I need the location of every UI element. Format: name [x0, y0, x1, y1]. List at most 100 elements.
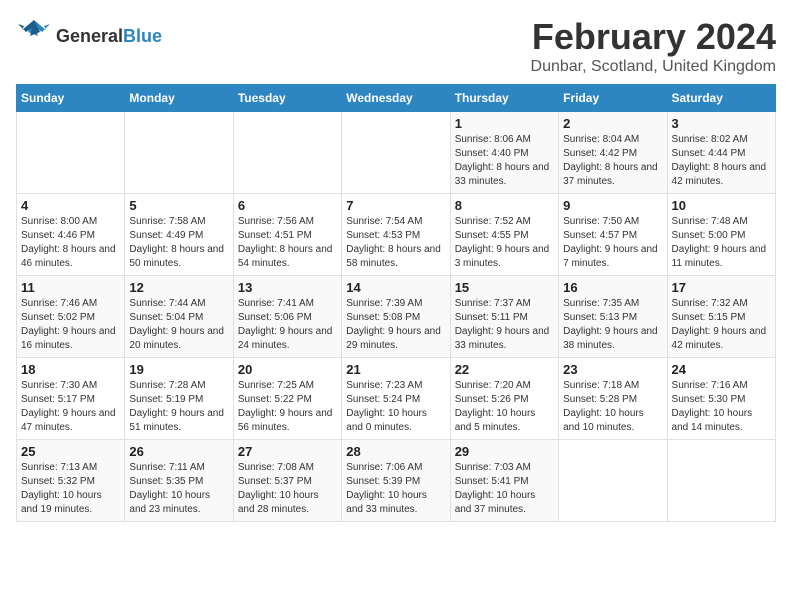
- table-row: 28 Sunrise: 7:06 AM Sunset: 5:39 PM Dayli…: [342, 440, 450, 522]
- logo-bird-icon: [16, 16, 52, 57]
- day-number: 20: [238, 362, 337, 377]
- table-row: 13 Sunrise: 7:41 AM Sunset: 5:06 PM Dayli…: [233, 276, 341, 358]
- day-info: Sunrise: 7:25 AM Sunset: 5:22 PM Dayligh…: [238, 379, 337, 435]
- day-number: 5: [129, 198, 228, 213]
- day-info: Sunrise: 7:03 AM Sunset: 5:41 PM Dayligh…: [455, 461, 554, 517]
- day-number: 19: [129, 362, 228, 377]
- day-info: Sunrise: 7:58 AM Sunset: 4:49 PM Dayligh…: [129, 215, 228, 271]
- table-row: 26 Sunrise: 7:11 AM Sunset: 5:35 PM Dayli…: [125, 440, 233, 522]
- calendar-table: Sunday Monday Tuesday Wednesday Thursday…: [16, 84, 776, 522]
- day-number: 9: [563, 198, 662, 213]
- calendar-header-row: Sunday Monday Tuesday Wednesday Thursday…: [17, 85, 776, 112]
- table-row: 7 Sunrise: 7:54 AM Sunset: 4:53 PM Daylig…: [342, 194, 450, 276]
- calendar-week-row: 1 Sunrise: 8:06 AM Sunset: 4:40 PM Daylig…: [17, 112, 776, 194]
- table-row: [125, 112, 233, 194]
- table-row: 23 Sunrise: 7:18 AM Sunset: 5:28 PM Dayli…: [559, 358, 667, 440]
- day-info: Sunrise: 7:37 AM Sunset: 5:11 PM Dayligh…: [455, 297, 554, 353]
- table-row: 18 Sunrise: 7:30 AM Sunset: 5:17 PM Dayli…: [17, 358, 125, 440]
- table-row: 29 Sunrise: 7:03 AM Sunset: 5:41 PM Dayli…: [450, 440, 558, 522]
- day-info: Sunrise: 7:08 AM Sunset: 5:37 PM Dayligh…: [238, 461, 337, 517]
- day-number: 18: [21, 362, 120, 377]
- day-number: 26: [129, 444, 228, 459]
- day-number: 6: [238, 198, 337, 213]
- day-number: 15: [455, 280, 554, 295]
- day-info: Sunrise: 7:44 AM Sunset: 5:04 PM Dayligh…: [129, 297, 228, 353]
- table-row: [667, 440, 775, 522]
- logo-text: GeneralBlue: [56, 27, 162, 47]
- day-number: 28: [346, 444, 445, 459]
- logo-general-text: GeneralBlue: [56, 27, 162, 47]
- day-info: Sunrise: 8:00 AM Sunset: 4:46 PM Dayligh…: [21, 215, 120, 271]
- table-row: [17, 112, 125, 194]
- day-number: 8: [455, 198, 554, 213]
- table-row: 6 Sunrise: 7:56 AM Sunset: 4:51 PM Daylig…: [233, 194, 341, 276]
- day-info: Sunrise: 7:39 AM Sunset: 5:08 PM Dayligh…: [346, 297, 445, 353]
- header-saturday: Saturday: [667, 85, 775, 112]
- header-sunday: Sunday: [17, 85, 125, 112]
- table-row: 9 Sunrise: 7:50 AM Sunset: 4:57 PM Daylig…: [559, 194, 667, 276]
- table-row: [233, 112, 341, 194]
- table-row: 19 Sunrise: 7:28 AM Sunset: 5:19 PM Dayli…: [125, 358, 233, 440]
- day-number: 13: [238, 280, 337, 295]
- table-row: 16Sunrise: 7:35 AM Sunset: 5:13 PM Dayli…: [559, 276, 667, 358]
- day-number: 10: [672, 198, 771, 213]
- table-row: 5 Sunrise: 7:58 AM Sunset: 4:49 PM Daylig…: [125, 194, 233, 276]
- logo: GeneralBlue: [16, 16, 162, 57]
- day-info: Sunrise: 7:41 AM Sunset: 5:06 PM Dayligh…: [238, 297, 337, 353]
- day-info: Sunrise: 7:18 AM Sunset: 5:28 PM Dayligh…: [563, 379, 662, 435]
- page-subtitle: Dunbar, Scotland, United Kingdom: [531, 58, 776, 76]
- header-wednesday: Wednesday: [342, 85, 450, 112]
- calendar-week-row: 4 Sunrise: 8:00 AM Sunset: 4:46 PM Daylig…: [17, 194, 776, 276]
- header-tuesday: Tuesday: [233, 85, 341, 112]
- day-info: Sunrise: 7:30 AM Sunset: 5:17 PM Dayligh…: [21, 379, 120, 435]
- header-thursday: Thursday: [450, 85, 558, 112]
- day-info: Sunrise: 7:23 AM Sunset: 5:24 PM Dayligh…: [346, 379, 445, 435]
- table-row: [342, 112, 450, 194]
- day-info: Sunrise: 7:13 AM Sunset: 5:32 PM Dayligh…: [21, 461, 120, 517]
- table-row: 15 Sunrise: 7:37 AM Sunset: 5:11 PM Dayli…: [450, 276, 558, 358]
- day-number: 7: [346, 198, 445, 213]
- day-number: 17: [672, 280, 771, 295]
- day-number: 23: [563, 362, 662, 377]
- table-row: 17 Sunrise: 7:32 AM Sunset: 5:15 PM Dayli…: [667, 276, 775, 358]
- table-row: 4 Sunrise: 8:00 AM Sunset: 4:46 PM Daylig…: [17, 194, 125, 276]
- table-row: 20 Sunrise: 7:25 AM Sunset: 5:22 PM Dayli…: [233, 358, 341, 440]
- day-info: Sunrise: 8:04 AM Sunset: 4:42 PM Dayligh…: [563, 133, 662, 189]
- day-info: Sunrise: 7:54 AM Sunset: 4:53 PM Dayligh…: [346, 215, 445, 271]
- day-info: Sunrise: 7:16 AM Sunset: 5:30 PM Dayligh…: [672, 379, 771, 435]
- header: GeneralBlue February 2024 Dunbar, Scotla…: [16, 16, 776, 76]
- day-info: Sunrise: 7:46 AM Sunset: 5:02 PM Dayligh…: [21, 297, 120, 353]
- day-number: 22: [455, 362, 554, 377]
- day-number: 27: [238, 444, 337, 459]
- day-number: 4: [21, 198, 120, 213]
- table-row: 25 Sunrise: 7:13 AM Sunset: 5:32 PM Dayli…: [17, 440, 125, 522]
- table-row: 2 Sunrise: 8:04 AM Sunset: 4:42 PM Daylig…: [559, 112, 667, 194]
- day-info: Sunrise: 8:02 AM Sunset: 4:44 PM Dayligh…: [672, 133, 771, 189]
- day-number: 12: [129, 280, 228, 295]
- day-info: Sunrise: 7:28 AM Sunset: 5:19 PM Dayligh…: [129, 379, 228, 435]
- table-row: 14Sunrise: 7:39 AM Sunset: 5:08 PM Dayli…: [342, 276, 450, 358]
- day-info: Sunrise: 7:11 AM Sunset: 5:35 PM Dayligh…: [129, 461, 228, 517]
- header-monday: Monday: [125, 85, 233, 112]
- day-info: Sunrise: 7:56 AM Sunset: 4:51 PM Dayligh…: [238, 215, 337, 271]
- table-row: 3Sunrise: 8:02 AM Sunset: 4:44 PM Daylig…: [667, 112, 775, 194]
- day-number: 25: [21, 444, 120, 459]
- day-info: Sunrise: 7:06 AM Sunset: 5:39 PM Dayligh…: [346, 461, 445, 517]
- table-row: 21Sunrise: 7:23 AM Sunset: 5:24 PM Dayli…: [342, 358, 450, 440]
- day-info: Sunrise: 7:50 AM Sunset: 4:57 PM Dayligh…: [563, 215, 662, 271]
- day-info: Sunrise: 7:32 AM Sunset: 5:15 PM Dayligh…: [672, 297, 771, 353]
- day-info: Sunrise: 8:06 AM Sunset: 4:40 PM Dayligh…: [455, 133, 554, 189]
- table-row: 24Sunrise: 7:16 AM Sunset: 5:30 PM Dayli…: [667, 358, 775, 440]
- day-number: 29: [455, 444, 554, 459]
- page-title: February 2024: [531, 16, 776, 58]
- day-info: Sunrise: 7:20 AM Sunset: 5:26 PM Dayligh…: [455, 379, 554, 435]
- table-row: 27 Sunrise: 7:08 AM Sunset: 5:37 PM Dayli…: [233, 440, 341, 522]
- calendar-week-row: 18 Sunrise: 7:30 AM Sunset: 5:17 PM Dayli…: [17, 358, 776, 440]
- day-info: Sunrise: 7:48 AM Sunset: 5:00 PM Dayligh…: [672, 215, 771, 271]
- day-number: 2: [563, 116, 662, 131]
- day-number: 1: [455, 116, 554, 131]
- table-row: 12 Sunrise: 7:44 AM Sunset: 5:04 PM Dayli…: [125, 276, 233, 358]
- calendar-week-row: 25 Sunrise: 7:13 AM Sunset: 5:32 PM Dayli…: [17, 440, 776, 522]
- day-info: Sunrise: 7:35 AM Sunset: 5:13 PM Dayligh…: [563, 297, 662, 353]
- calendar-week-row: 11Sunrise: 7:46 AM Sunset: 5:02 PM Dayli…: [17, 276, 776, 358]
